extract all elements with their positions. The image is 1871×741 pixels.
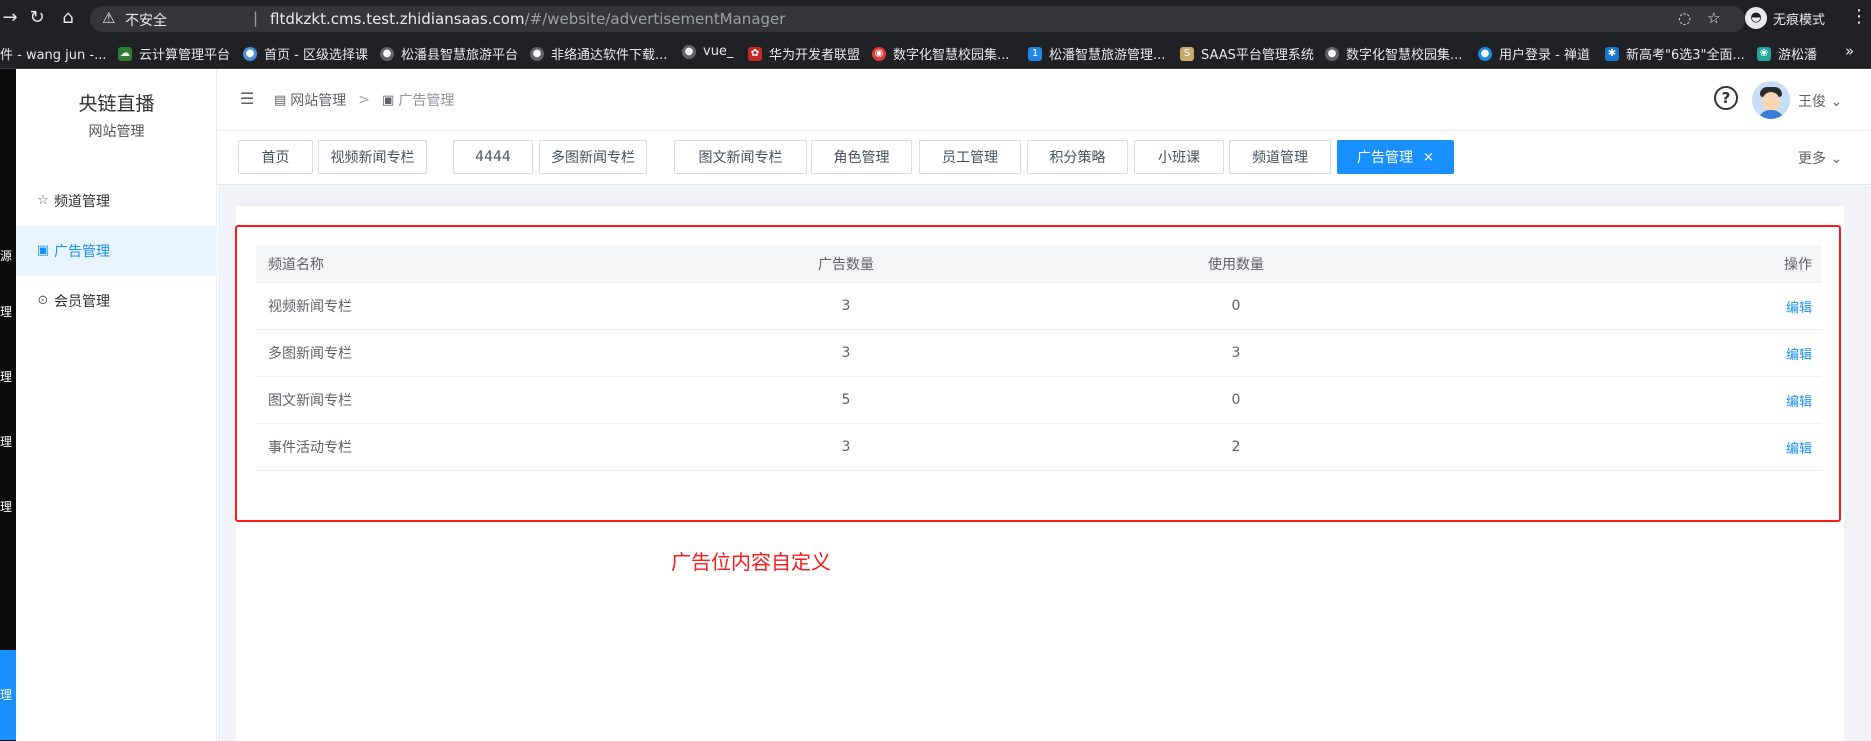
document-icon: ▤: [274, 92, 287, 108]
tag-staff[interactable]: 员工管理: [919, 140, 1021, 174]
travel-icon: ❀: [1757, 46, 1771, 61]
strip-text: 理: [0, 435, 13, 449]
bookmark-item[interactable]: ● 首页 - 区级选择课: [243, 44, 368, 63]
exam-icon: ✱: [1605, 46, 1619, 61]
profile-label: 无痕模式: [1773, 12, 1826, 28]
address-bar[interactable]: ⚠ 不安全 | fltdkzkt.cms.test.zhidiansaas.co…: [90, 6, 1745, 32]
forward-icon[interactable]: →: [0, 8, 20, 28]
breadcrumb-current: 广告管理: [398, 93, 455, 109]
sidebar-item-advertisement[interactable]: ▣ 广告管理: [16, 226, 217, 276]
browser-toolbar: → ↻ ⌂ ⚠ 不安全 | fltdkzkt.cms.test.zhidians…: [0, 0, 1871, 36]
image-icon: ▣: [382, 92, 395, 108]
avatar[interactable]: [1752, 81, 1790, 119]
strip-text: 理: [0, 370, 13, 384]
menu-kebab-icon[interactable]: ⋮: [1850, 6, 1868, 27]
annotation-text: 广告位内容自定义: [671, 550, 831, 574]
image-icon: ▣: [36, 243, 50, 258]
play-circle-icon: ⊙: [37, 293, 49, 308]
warning-icon: ⚠: [102, 9, 116, 27]
bookmark-item[interactable]: ● 用户登录 - 禅道: [1478, 44, 1590, 63]
tag-advertisement[interactable]: 广告管理 ×: [1337, 140, 1454, 174]
globe-icon: ●: [1325, 46, 1339, 61]
tag-multi-image-news[interactable]: 多图新闻专栏: [539, 140, 647, 174]
bookmarks-bar: 件 - wang jun -... ☁ 云计算管理平台 ● 首页 - 区级选择课 ●…: [0, 36, 1871, 69]
bookmark-item[interactable]: ● 非络通达软件下载...: [530, 44, 667, 63]
star-icon: ☆: [37, 193, 49, 208]
chevron-down-icon: ⌄: [1830, 94, 1843, 110]
cloud-icon: ☁: [118, 46, 132, 61]
url-path: /#/website/advertisementManager: [524, 10, 786, 28]
bookmark-item[interactable]: 件 - wang jun -...: [0, 44, 107, 63]
home-icon[interactable]: ⌂: [58, 8, 78, 28]
security-label: 不安全: [125, 13, 167, 29]
strip-text: 理: [0, 305, 13, 319]
incognito-profile[interactable]: ◓ 无痕模式: [1745, 5, 1825, 31]
bookmark-item[interactable]: ◉ 数字化智慧校园集...: [872, 44, 1009, 63]
user-name: 王俊: [1798, 94, 1826, 110]
bookmark-item[interactable]: ● 数字化智慧校园集...: [1325, 44, 1462, 63]
huawei-icon: ✿: [748, 46, 762, 61]
tag-small-class[interactable]: 小班课: [1134, 140, 1224, 174]
tags-view: 首页 视频新闻专栏 4444 多图新闻专栏 图文新闻专栏 角色管理 员工管理 积…: [218, 131, 1871, 185]
campus-icon: ◉: [872, 46, 886, 61]
sidebar: 央链直播 网站管理 ☆ 频道管理 ▣ 广告管理 ⊙ 会员管理: [16, 69, 217, 741]
sidebar-item-label: 广告管理: [54, 244, 110, 260]
bookmark-item[interactable]: ✿ 华为开发者联盟: [748, 44, 860, 63]
sidebar-item-channel[interactable]: ☆ 频道管理: [16, 176, 217, 226]
close-icon[interactable]: ×: [1423, 150, 1434, 165]
bookmark-item[interactable]: ☁ 云计算管理平台: [118, 44, 230, 63]
tag-video-news[interactable]: 视频新闻专栏: [318, 140, 427, 174]
sidebar-item-label: 会员管理: [54, 294, 110, 310]
breadcrumb-parent[interactable]: 网站管理: [290, 90, 346, 110]
bookmark-item[interactable]: ● vue_: [682, 44, 733, 59]
bookmark-item[interactable]: S SAAS平台管理系统: [1180, 44, 1314, 63]
chevron-double-right-icon[interactable]: »: [1845, 42, 1854, 60]
star-bookmark-icon[interactable]: ☆: [1707, 9, 1720, 27]
background-window-strip: 源 理 理 理 理 理: [0, 69, 16, 741]
saas-icon: S: [1180, 46, 1194, 61]
eye-off-icon[interactable]: ◌: [1678, 9, 1691, 27]
sidebar-brand-subtitle: 网站管理: [88, 124, 145, 140]
tag-text-image-news[interactable]: 图文新闻专栏: [674, 140, 807, 174]
globe-icon: ●: [380, 46, 394, 61]
chevron-down-icon: ⌄: [1830, 151, 1843, 167]
strip-text: 理: [0, 688, 13, 702]
reload-icon[interactable]: ↻: [27, 8, 47, 28]
url-text[interactable]: fltdkzkt.cms.test.zhidiansaas.com/#/webs…: [270, 10, 785, 28]
app-header: ☰ ▤ 网站管理 > ▣ 广告管理 ? 王俊 ⌄: [218, 69, 1871, 131]
bookmark-item[interactable]: ❀ 游松潘: [1757, 44, 1817, 63]
bookmark-item[interactable]: ✱ 新高考"6选3"全面...: [1605, 44, 1745, 63]
collapse-menu-icon[interactable]: ☰: [240, 89, 254, 108]
sidebar-item-member[interactable]: ⊙ 会员管理: [16, 276, 217, 326]
bookmark-item[interactable]: ● 松潘县智慧旅游平台: [380, 44, 518, 63]
globe-icon: ●: [530, 46, 544, 61]
sidebar-item-label: 频道管理: [54, 194, 110, 210]
user-menu[interactable]: 王俊 ⌄: [1798, 91, 1842, 111]
strip-text: 理: [0, 500, 13, 514]
annotation-highlight-box: [235, 225, 1841, 522]
bookmark-item[interactable]: 1 松潘智慧旅游管理...: [1028, 44, 1165, 63]
breadcrumb-separator: >: [358, 92, 371, 108]
tag-points-policy[interactable]: 积分策略: [1027, 140, 1128, 174]
help-icon[interactable]: ?: [1714, 86, 1738, 110]
globe-icon: ●: [682, 44, 696, 59]
sidebar-brand-title: 央链直播: [78, 93, 155, 115]
tag-role[interactable]: 角色管理: [811, 140, 912, 174]
tourism-icon: 1: [1028, 46, 1042, 61]
tag-channel[interactable]: 频道管理: [1229, 140, 1331, 174]
zentao-icon: ●: [1478, 46, 1492, 61]
tag-home[interactable]: 首页: [238, 140, 313, 174]
more-tags-dropdown[interactable]: 更多 ⌄: [1798, 148, 1842, 168]
breadcrumb: ▤ 网站管理 > ▣ 广告管理: [274, 90, 454, 110]
strip-text: 源: [0, 249, 13, 263]
url-host: fltdkzkt.cms.test.zhidiansaas.com: [270, 10, 525, 28]
incognito-icon: ◓: [1745, 7, 1767, 29]
tag-4444[interactable]: 4444: [453, 140, 533, 174]
globe-icon: ●: [243, 46, 257, 61]
